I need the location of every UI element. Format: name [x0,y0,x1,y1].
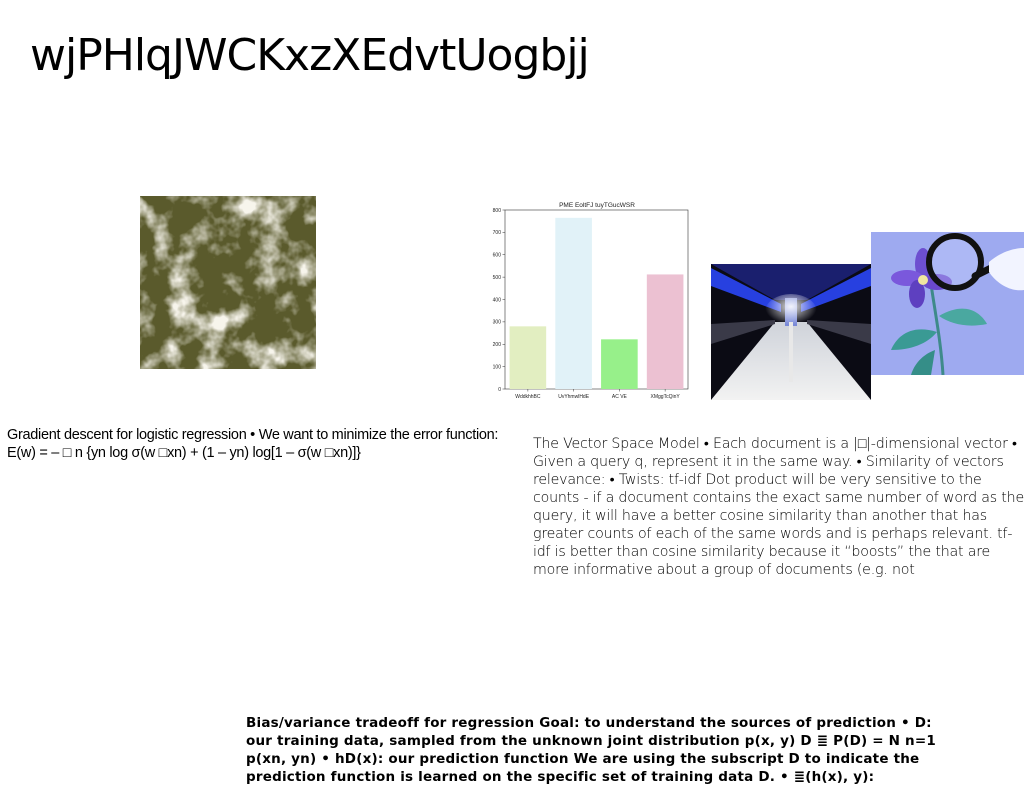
y-tick-label: 400 [493,297,502,303]
y-tick-label: 300 [493,320,502,326]
gradient-descent-text: Gradient descent for logistic regression… [7,427,499,461]
vector-space-model-text: The Vector Space Model • Each document i… [533,436,1024,578]
bar [601,339,638,389]
x-tick-label: AC VE [612,394,628,400]
flower-magnifier-photo [871,232,1024,375]
bar [646,274,684,389]
x-tick-label: WddkhhBC [515,394,541,400]
bar-chart: PME EoltFJ tuyTGucWSR 0 100 200 300 400 500 60… [493,202,689,400]
water-texture-photo [140,196,316,369]
y-tick-label: 200 [493,342,502,348]
y-tick-label: 500 [493,275,502,281]
y-tick-label: 700 [493,230,502,236]
x-tick-label: XMggTcQinY [651,394,681,400]
bar [555,217,592,389]
subway-station-photo [711,264,871,400]
y-tick-label: 600 [493,253,502,259]
slide-title: wjPHlqJWCKxzXEdvtUogbjj [30,30,590,81]
y-tick-label: 0 [498,387,501,393]
x-tick-label: UvYhmwlHdE [558,394,590,400]
bar [509,326,547,389]
y-tick-label: 100 [493,364,502,370]
y-tick-label: 800 [493,208,502,214]
bias-variance-text: Bias/variance tradeoff for regression Go… [246,715,936,785]
chart-title: PME EoltFJ tuyTGucWSR [559,202,635,209]
